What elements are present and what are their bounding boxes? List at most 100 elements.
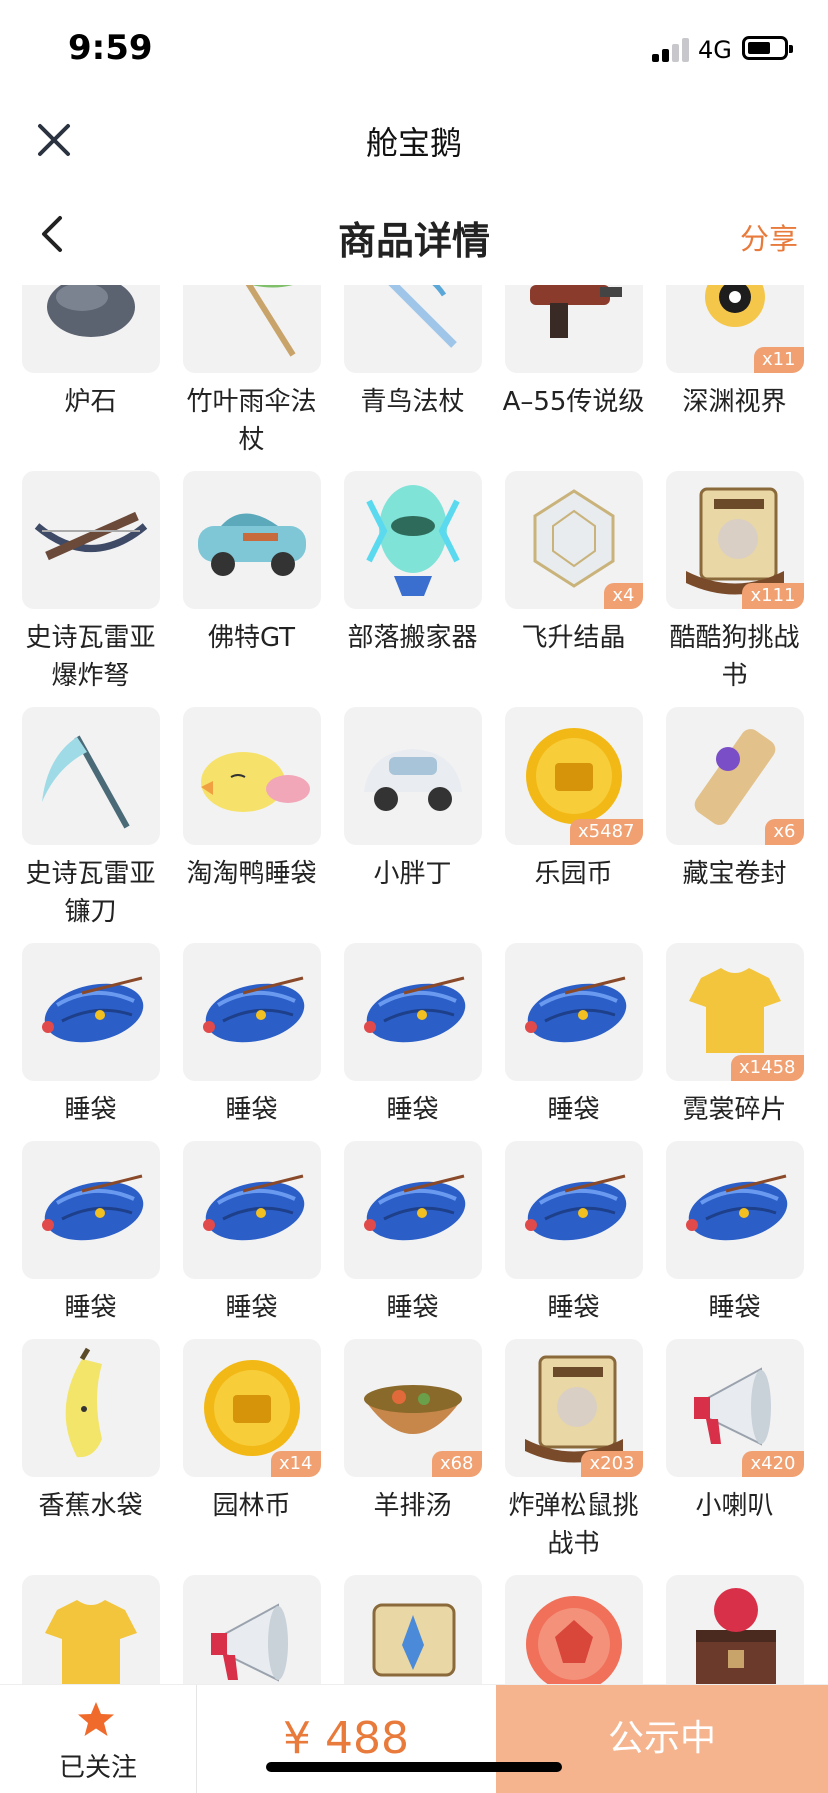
item-card[interactable]: x111 酷酷狗挑战书 [654, 471, 815, 707]
item-card[interactable]: x14 园林币 [171, 1339, 332, 1575]
item-thumbnail: x147 [504, 1575, 643, 1685]
item-grid-scroll[interactable]: 炉石 竹叶雨伞法杖 青鸟法杖 A–55传说级 x11 深渊视界史诗瓦雷亚爆炸弩 佛特GT 部落… [0, 285, 828, 1685]
item-name: 藏宝卷封 [682, 859, 787, 889]
app-title: 舱宝鹅 [365, 124, 462, 162]
car-icon [197, 513, 306, 576]
item-card[interactable]: 睡袋 [171, 943, 332, 1141]
quantity-badge: x1458 [731, 1055, 804, 1081]
publicity-button[interactable]: 公示中 [496, 1685, 828, 1793]
quantity-badge: x6 [765, 819, 804, 845]
item-name: 史诗瓦雷亚爆炸弩 [25, 623, 156, 691]
item-name: 乐园币 [534, 859, 613, 889]
item-card[interactable]: x6 [171, 1575, 332, 1685]
beetle-car-icon [363, 749, 462, 811]
item-card[interactable]: 竹叶雨伞法杖 [171, 285, 332, 471]
item-thumbnail: x9999 [21, 1575, 160, 1685]
item-card[interactable]: x777 [332, 1575, 493, 1685]
megaphone-icon [210, 1603, 288, 1682]
home-indicator[interactable] [266, 1762, 562, 1772]
item-thumbnail: x777 [343, 1575, 482, 1685]
item-card[interactable]: 睡袋 [10, 943, 171, 1141]
item-thumbnail [343, 285, 482, 373]
item-thumbnail [182, 285, 321, 373]
item-thumbnail [182, 943, 321, 1081]
item-thumbnail [504, 1141, 643, 1279]
item-name: 羊排汤 [373, 1491, 452, 1521]
item-thumbnail [504, 285, 643, 373]
follow-button[interactable]: 已关注 [0, 1685, 197, 1793]
crossbow-icon [34, 511, 147, 561]
item-card[interactable]: 睡袋 [171, 1141, 332, 1339]
item-card[interactable]: 睡袋 [654, 1141, 815, 1339]
item-card[interactable]: x203 炸弹松鼠挑战书 [493, 1339, 654, 1575]
item-card[interactable]: 淘淘鸭睡袋 [171, 707, 332, 943]
item-name: 睡袋 [386, 1293, 439, 1323]
sleeping-bag-icon [524, 1174, 626, 1241]
item-thumbnail [21, 1339, 160, 1477]
item-card[interactable]: x147 [493, 1575, 654, 1685]
item-card[interactable]: x9999 [10, 1575, 171, 1685]
network-type: 4G [698, 36, 732, 64]
stone-icon [46, 285, 135, 337]
sleeping-bag-icon [685, 1174, 787, 1241]
signal-icon [652, 38, 692, 62]
item-thumbnail [21, 943, 160, 1081]
item-thumbnail [343, 943, 482, 1081]
star-icon [78, 1702, 114, 1736]
item-card[interactable]: x6 藏宝卷封 [654, 707, 815, 943]
leaf-umbrella-staff-icon [245, 285, 296, 357]
item-card[interactable]: x11 深渊视界 [654, 285, 815, 471]
item-card[interactable]: x5487 乐园币 [493, 707, 654, 943]
sleeping-bag-icon [202, 976, 304, 1043]
item-card[interactable]: 睡袋 [493, 1141, 654, 1339]
item-card[interactable]: x4 飞升结晶 [493, 471, 654, 707]
item-card[interactable]: 炉石 [10, 285, 171, 471]
item-card[interactable] [654, 1575, 815, 1685]
item-name: 竹叶雨伞法杖 [186, 387, 317, 455]
item-name: 睡袋 [64, 1293, 117, 1323]
page-title: 商品详情 [337, 219, 490, 263]
item-name: 霓裳碎片 [682, 1095, 787, 1125]
item-card[interactable]: 睡袋 [332, 943, 493, 1141]
quantity-badge: x420 [742, 1451, 804, 1477]
quantity-badge: x68 [431, 1451, 482, 1477]
banana-icon [65, 1347, 102, 1458]
item-thumbnail: x11 [665, 285, 804, 373]
share-button[interactable]: 分享 [740, 216, 798, 258]
item-card[interactable]: 史诗瓦雷亚镰刀 [10, 707, 171, 943]
item-card[interactable]: A–55传说级 [493, 285, 654, 471]
sleeping-bag-icon [41, 976, 143, 1043]
item-card[interactable]: 史诗瓦雷亚爆炸弩 [10, 471, 171, 707]
item-thumbnail: x14 [182, 1339, 321, 1477]
item-name: 睡袋 [547, 1293, 600, 1323]
item-card[interactable]: 佛特GT [171, 471, 332, 707]
item-card[interactable]: 睡袋 [10, 1141, 171, 1339]
item-thumbnail: x6 [665, 707, 804, 845]
scythe-icon [41, 735, 130, 829]
item-card[interactable]: x1458 霓裳碎片 [654, 943, 815, 1141]
item-card[interactable]: x68 羊排汤 [332, 1339, 493, 1575]
item-thumbnail: x1458 [665, 943, 804, 1081]
item-card[interactable]: 部落搬家器 [332, 471, 493, 707]
item-card[interactable]: 小胖丁 [332, 707, 493, 943]
sleeping-bag-icon [524, 976, 626, 1043]
item-name: 飞升结晶 [521, 623, 626, 653]
item-thumbnail: x4 [504, 471, 643, 609]
item-grid: 炉石 竹叶雨伞法杖 青鸟法杖 A–55传说级 x11 深渊视界史诗瓦雷亚爆炸弩 佛特GT 部落… [0, 285, 828, 1685]
item-card[interactable]: 青鸟法杖 [332, 285, 493, 471]
item-name: 园林币 [212, 1491, 291, 1521]
item-name: 小喇叭 [695, 1491, 774, 1521]
item-card[interactable]: x420 小喇叭 [654, 1339, 815, 1575]
item-thumbnail: x420 [665, 1339, 804, 1477]
item-thumbnail [21, 1141, 160, 1279]
item-thumbnail: x68 [343, 1339, 482, 1477]
status-time: 9:59 [68, 28, 153, 68]
item-name: 部落搬家器 [347, 623, 478, 653]
quantity-badge: x11 [753, 347, 804, 373]
item-card[interactable]: 香蕉水袋 [10, 1339, 171, 1575]
item-card[interactable]: 睡袋 [332, 1141, 493, 1339]
item-card[interactable]: 睡袋 [493, 943, 654, 1141]
item-thumbnail [343, 707, 482, 845]
sleeping-bag-icon [41, 1174, 143, 1241]
quantity-badge: x203 [581, 1451, 643, 1477]
